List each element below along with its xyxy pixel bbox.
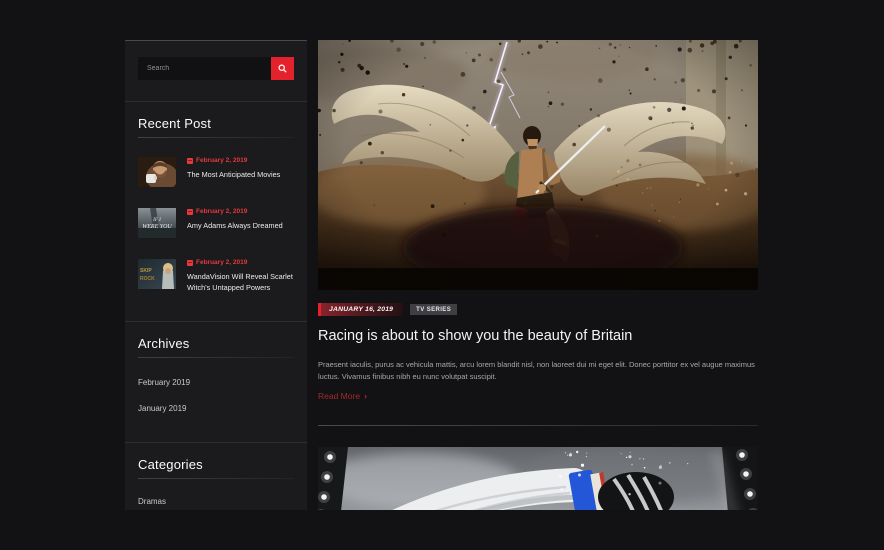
site-preview: Recent Post — [125, 40, 758, 510]
dark-scene-thumbnail-image: SKIP ROCK — [138, 259, 176, 289]
post-excerpt: Praesent iaculis, purus ac vehicula matt… — [318, 360, 755, 381]
calendar-icon — [187, 158, 193, 164]
search-icon — [278, 64, 287, 73]
post-date: February 2, 2019 — [187, 208, 294, 216]
winged-warrior-image — [318, 40, 758, 290]
categories-title: Categories — [138, 457, 203, 472]
title-underline — [138, 137, 294, 138]
recent-posts-widget: Recent Post February 2, 2019 The Most An… — [125, 101, 307, 293]
title-underline — [138, 478, 294, 479]
post-title[interactable]: Racing is about to show you the beauty o… — [318, 327, 758, 345]
archive-link[interactable]: February 2019 — [138, 378, 294, 387]
calendar-icon — [187, 209, 193, 215]
calendar-icon — [187, 260, 193, 266]
chevron-right-icon: › — [364, 391, 368, 401]
main-content: JANUARY 16, 2019 TV SERIES Racing is abo… — [318, 40, 758, 510]
title-underline — [138, 357, 294, 358]
recent-posts-title: Recent Post — [138, 116, 212, 131]
post-category-tag[interactable]: TV SERIES — [410, 304, 458, 315]
recent-post-item[interactable]: SKIP ROCK February 2, 2019 WandaVision W… — [138, 259, 294, 293]
search-input[interactable] — [138, 57, 271, 80]
svg-text:ROCK: ROCK — [140, 276, 155, 282]
read-more-link[interactable]: Read More › — [318, 391, 367, 401]
recent-post-item[interactable]: February 2, 2019 The Most Anticipated Mo… — [138, 157, 294, 187]
post-thumbnail: IF I WERE YOU — [138, 208, 176, 238]
read-more-label: Read More — [318, 391, 361, 401]
svg-text:SKIP: SKIP — [140, 268, 152, 274]
sidebar: Recent Post — [125, 40, 307, 510]
post-title-link[interactable]: The Most Anticipated Movies — [187, 169, 294, 180]
post-title-link[interactable]: Amy Adams Always Dreamed — [187, 220, 294, 231]
post-date: February 2, 2019 — [187, 157, 294, 165]
categories-widget: Categories Dramas — [125, 442, 307, 506]
post-date: February 2, 2019 — [187, 259, 294, 267]
goalkeeper-image — [318, 447, 758, 510]
svg-text:IF I: IF I — [152, 218, 161, 223]
post-title-link[interactable]: WandaVision Will Reveal Scarlet Witch's … — [187, 271, 294, 293]
post-divider — [318, 425, 758, 426]
post-meta-row: JANUARY 16, 2019 TV SERIES — [318, 303, 758, 316]
search-button[interactable] — [271, 57, 294, 80]
next-post-image[interactable] — [318, 447, 758, 510]
storm-scene-thumbnail-image: IF I WERE YOU — [138, 208, 176, 238]
post-thumbnail: SKIP ROCK — [138, 259, 176, 289]
archives-list: February 2019 January 2019 — [138, 378, 294, 413]
recent-post-item[interactable]: IF I WERE YOU February 2, 2019 Amy Adams… — [138, 208, 294, 238]
post-hero-image[interactable] — [318, 40, 758, 290]
archives-widget: Archives February 2019 January 2019 — [125, 321, 307, 442]
svg-text:WERE YOU: WERE YOU — [142, 224, 172, 230]
post-date-badge: JANUARY 16, 2019 — [318, 303, 404, 316]
page-canvas: Recent Post — [0, 0, 884, 550]
post-article: JANUARY 16, 2019 TV SERIES Racing is abo… — [318, 40, 758, 426]
archive-link[interactable]: January 2019 — [138, 404, 294, 413]
category-link[interactable]: Dramas — [138, 497, 294, 506]
post-thumbnail — [138, 157, 176, 187]
bearded-man-thumbnail-image — [138, 157, 176, 187]
categories-list: Dramas — [138, 497, 294, 506]
archives-title: Archives — [138, 336, 190, 351]
search-widget — [125, 40, 307, 80]
recent-posts-list: February 2, 2019 The Most Anticipated Mo… — [138, 157, 294, 293]
